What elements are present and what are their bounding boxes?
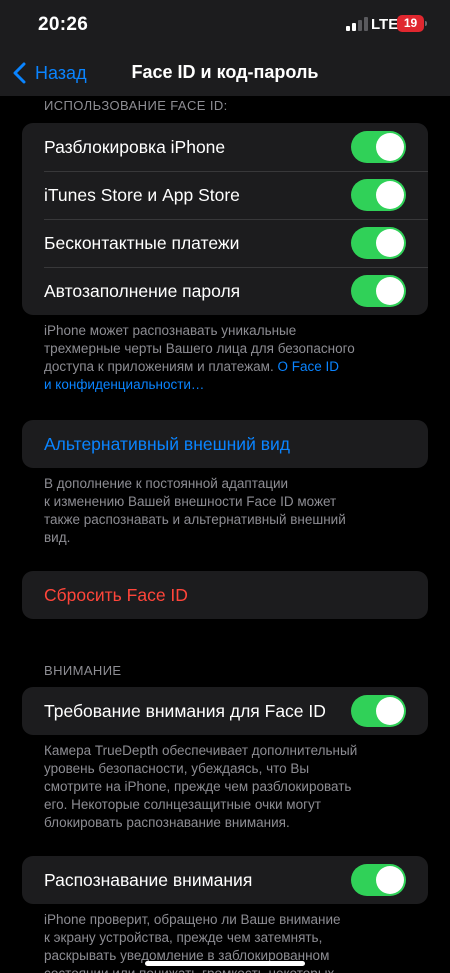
section-header-attention: ВНИМАНИЕ (44, 663, 122, 678)
row-label: Требование внимания для Face ID (44, 700, 326, 721)
faceid-usage-footer: iPhone может распознавать уникальные тре… (44, 322, 404, 394)
status-bar: 20:26 LTE 19 (0, 0, 450, 50)
footer-line: блокировать распознавание внимания. (44, 815, 290, 830)
cellular-signal-icon (346, 17, 368, 31)
alternate-appearance-group: Альтернативный внешний вид (22, 420, 428, 468)
row-label: Автозаполнение пароля (44, 280, 241, 301)
footer-line: уровень безопасности, убеждаясь, что Вы (44, 761, 310, 776)
require-attention-toggle[interactable] (351, 695, 406, 727)
footer-line: В дополнение к постоянной адаптации (44, 476, 289, 491)
row-label: Разблокировка iPhone (44, 136, 226, 157)
reset-faceid-button[interactable]: Сбросить Face ID (22, 571, 428, 619)
home-indicator[interactable] (145, 961, 305, 966)
reset-faceid-label: Сбросить Face ID (44, 584, 188, 605)
toggle-knob (376, 229, 404, 257)
footer-line: к изменению Вашей внешности Face ID може… (44, 494, 337, 509)
attention-aware-group: Распознавание внимания (22, 856, 428, 904)
footer-line: iPhone может распознавать уникальные (44, 323, 297, 338)
alternate-appearance-button[interactable]: Альтернативный внешний вид (22, 420, 428, 468)
unlock-iphone-toggle[interactable] (351, 131, 406, 163)
network-type: LTE (371, 16, 399, 33)
row-label: iTunes Store и App Store (44, 184, 240, 205)
section-header-faceid-usage: ИСПОЛЬЗОВАНИЕ FACE ID: (44, 98, 228, 113)
row-unlock-iphone: Разблокировка iPhone (22, 123, 428, 171)
alternate-appearance-label: Альтернативный внешний вид (44, 433, 290, 454)
contactless-payments-toggle[interactable] (351, 227, 406, 259)
footer-line: Камера TrueDepth обеспечивает дополнител… (44, 743, 358, 758)
row-attention-aware: Распознавание внимания (22, 856, 428, 904)
about-faceid-privacy-link-cont[interactable]: и конфиденциальности… (44, 377, 204, 392)
footer-line: доступа к приложениям и платежам. (44, 359, 278, 374)
itunes-app-store-toggle[interactable] (351, 179, 406, 211)
footer-line: трехмерные черты Вашего лица для безопас… (44, 341, 355, 356)
footer-line: iPhone проверит, обращено ли Ваше вниман… (44, 912, 341, 927)
faceid-usage-group: Разблокировка iPhone iTunes Store и App … (22, 123, 428, 315)
footer-line: состоянии или понижать громкость некотор… (44, 965, 404, 973)
page-title: Face ID и код-пароль (131, 62, 319, 82)
require-attention-footer: Камера TrueDepth обеспечивает дополнител… (44, 742, 404, 832)
reset-faceid-group: Сбросить Face ID (22, 571, 428, 619)
toggle-knob (376, 277, 404, 305)
attention-aware-toggle[interactable] (351, 864, 406, 896)
battery-level: 19 (403, 16, 418, 30)
attention-required-group: Требование внимания для Face ID (22, 687, 428, 735)
row-require-attention: Требование внимания для Face ID (22, 687, 428, 735)
toggle-knob (376, 697, 404, 725)
row-label: Бесконтактные платежи (44, 232, 240, 253)
footer-line: смотрите на iPhone, прежде чем разблокир… (44, 779, 352, 794)
battery-tip (425, 21, 427, 26)
battery-icon: 19 (397, 15, 424, 32)
footer-line: вид. (44, 530, 71, 545)
footer-line: также распознавать и альтернативный внеш… (44, 512, 346, 527)
footer-line: его. Некоторые солнцезащитные очки могут (44, 797, 321, 812)
navigation-bar: Назад Face ID и код-пароль (0, 50, 450, 96)
password-autofill-toggle[interactable] (351, 275, 406, 307)
row-label: Распознавание внимания (44, 869, 253, 890)
row-password-autofill: Автозаполнение пароля (22, 267, 428, 315)
about-faceid-privacy-link[interactable]: О Face ID (277, 359, 339, 374)
toggle-knob (376, 866, 404, 894)
row-contactless-payments: Бесконтактные платежи (22, 219, 428, 267)
row-itunes-app-store: iTunes Store и App Store (22, 171, 428, 219)
footer-line: к экрану устройства, прежде чем затемнят… (44, 930, 323, 945)
toggle-knob (376, 133, 404, 161)
status-time: 20:26 (38, 14, 89, 35)
toggle-knob (376, 181, 404, 209)
alternate-appearance-footer: В дополнение к постоянной адаптации к из… (44, 475, 404, 547)
